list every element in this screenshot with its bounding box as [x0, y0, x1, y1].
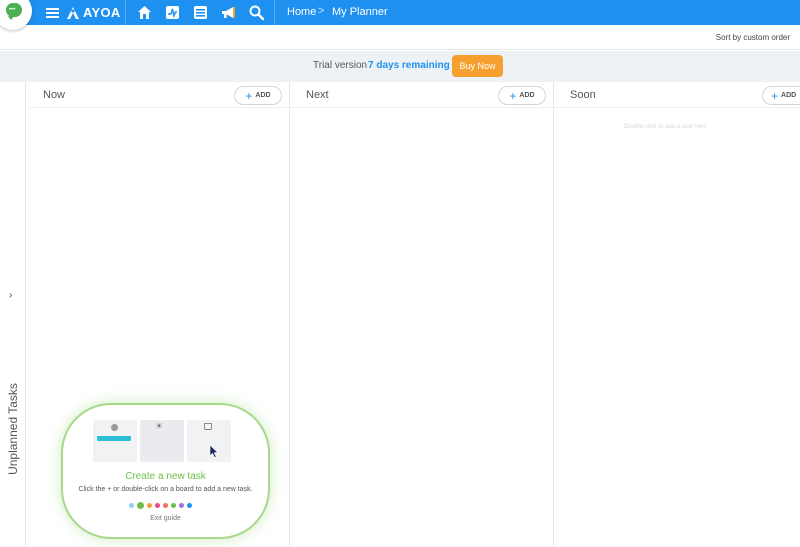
- column-soon[interactable]: Soon + ADD Double-click to add a task he…: [554, 82, 800, 547]
- column-header: Now + ADD: [27, 82, 289, 108]
- task-bar-icon: [97, 436, 131, 441]
- exit-guide-link[interactable]: Exit guide: [63, 515, 268, 522]
- unplanned-tasks-panel[interactable]: › Unplanned Tasks: [0, 82, 26, 547]
- plus-icon: +: [771, 88, 779, 103]
- column-header: Next + ADD: [290, 82, 553, 108]
- nav-divider: [125, 0, 126, 25]
- guide-step-dot[interactable]: [129, 503, 134, 508]
- activity-icon[interactable]: [164, 4, 181, 21]
- calendar-icon: [204, 423, 212, 430]
- trial-days-remaining: 7 days remaining: [368, 60, 450, 71]
- nav-divider: [274, 0, 275, 25]
- app-logo[interactable]: AYOA: [66, 5, 121, 20]
- unplanned-tasks-label[interactable]: Unplanned Tasks: [6, 379, 20, 479]
- add-label: ADD: [781, 92, 797, 99]
- add-label: ADD: [519, 92, 535, 99]
- ayoa-logo-icon: [67, 6, 79, 19]
- column-header: Soon + ADD: [554, 82, 800, 108]
- guide-step-dot[interactable]: [163, 503, 168, 508]
- add-task-button[interactable]: + ADD: [762, 86, 800, 105]
- logo-text: AYOA: [83, 5, 121, 20]
- home-icon[interactable]: [136, 4, 153, 21]
- add-task-button[interactable]: + ADD: [498, 86, 546, 105]
- add-label: ADD: [255, 92, 271, 99]
- top-nav-bar: AYOA Home > My Planner: [0, 0, 800, 25]
- guide-step-dot[interactable]: [137, 502, 144, 509]
- help-icon: [111, 424, 118, 431]
- plus-icon: +: [509, 88, 517, 103]
- breadcrumb-chevron-icon: >: [318, 5, 325, 17]
- guide-step-dot[interactable]: [155, 503, 160, 508]
- menu-icon[interactable]: [46, 8, 59, 18]
- guide-illustration: ☀: [93, 420, 233, 462]
- column-title: Now: [43, 89, 66, 101]
- sort-toolbar: Sort by custom order: [0, 25, 800, 50]
- sun-icon: ☀: [155, 421, 164, 431]
- plus-icon: +: [245, 88, 253, 103]
- boards-icon[interactable]: [192, 4, 209, 21]
- breadcrumb-home[interactable]: Home: [287, 6, 316, 18]
- empty-column-hint: Double-click to add a task here: [624, 124, 707, 130]
- guide-description: Click the + or double-click on a board t…: [78, 486, 253, 493]
- guide-thumb-day: ☀: [140, 420, 184, 462]
- guide-step-dot[interactable]: [171, 503, 176, 508]
- guide-step-dot[interactable]: [187, 503, 192, 508]
- search-icon[interactable]: [248, 4, 265, 21]
- megaphone-icon[interactable]: [220, 4, 237, 21]
- column-next[interactable]: Next + ADD: [290, 82, 554, 547]
- guide-step-dot[interactable]: [179, 503, 184, 508]
- guide-title: Create a new task: [125, 471, 206, 482]
- mouse-cursor-icon: [209, 444, 219, 458]
- trial-label: Trial version: [313, 60, 368, 71]
- column-title: Soon: [570, 89, 596, 101]
- trial-banner: Trial version 7 days remaining Buy Now: [0, 51, 800, 82]
- buy-now-button[interactable]: Buy Now: [452, 55, 503, 77]
- expand-chevron-icon[interactable]: ›: [9, 290, 12, 301]
- chat-dots-icon: •••: [9, 7, 16, 13]
- sort-dropdown[interactable]: Sort by custom order: [716, 33, 790, 42]
- column-title: Next: [306, 89, 329, 101]
- guide-step-dot[interactable]: [147, 503, 152, 508]
- guide-thumb-task: [93, 420, 137, 462]
- guide-step-dots: [129, 502, 192, 509]
- breadcrumb-current: My Planner: [332, 6, 388, 18]
- add-task-button[interactable]: + ADD: [234, 86, 282, 105]
- create-task-guide: ☀ Create a new task Click the + or doubl…: [61, 403, 270, 539]
